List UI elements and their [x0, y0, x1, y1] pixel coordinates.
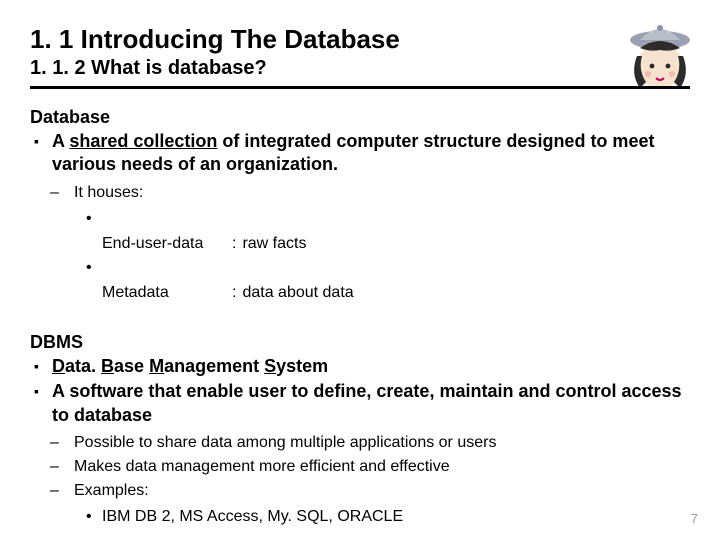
title-block: 1. 1 Introducing The Database 1. 1. 2 Wh…: [30, 24, 690, 89]
page-subtitle: 1. 1. 2 What is database?: [30, 57, 690, 80]
database-definition: A shared collection of integrated comput…: [52, 130, 690, 177]
dbms-sub-line: Makes data management more efficient and…: [74, 455, 690, 479]
slide: 1. 1 Introducing The Database 1. 1. 2 Wh…: [0, 0, 720, 530]
dbms-definition: A software that enable user to define, c…: [52, 380, 690, 427]
it-houses-label: It houses:: [74, 181, 690, 205]
section-heading-dbms: DBMS: [30, 332, 690, 353]
dbms-sub-line: Examples:: [74, 479, 690, 503]
section-heading-database: Database: [30, 107, 690, 128]
dbms-expansion: Data. Base Management System: [52, 355, 690, 378]
database-bullets: A shared collection of integrated comput…: [30, 130, 690, 177]
page-number: 7: [691, 511, 698, 526]
title-divider: [30, 86, 690, 89]
houses-sep: :: [232, 232, 236, 257]
dbms-bullets: Data. Base Management System A software …: [30, 355, 690, 427]
houses-val: raw facts: [242, 232, 306, 257]
houses-key: Metadata: [102, 281, 232, 306]
database-sublist: It houses:: [30, 181, 690, 205]
page-title: 1. 1 Introducing The Database: [30, 24, 690, 55]
dbms-sublist: Possible to share data among multiple ap…: [30, 431, 690, 503]
houses-val: data about data: [242, 281, 353, 306]
houses-items: End-user-data : raw facts Metadata : dat…: [30, 207, 690, 306]
dbms-examples: IBM DB 2, MS Access, My. SQL, ORACLE: [102, 505, 690, 530]
houses-key: End-user-data: [102, 232, 232, 257]
dbms-sub-line: Possible to share data among multiple ap…: [74, 431, 690, 455]
dbms-examples-list: IBM DB 2, MS Access, My. SQL, ORACLE: [30, 505, 690, 530]
houses-item: Metadata : data about data: [102, 256, 690, 306]
houses-item: End-user-data : raw facts: [102, 207, 690, 257]
houses-sep: :: [232, 281, 236, 306]
